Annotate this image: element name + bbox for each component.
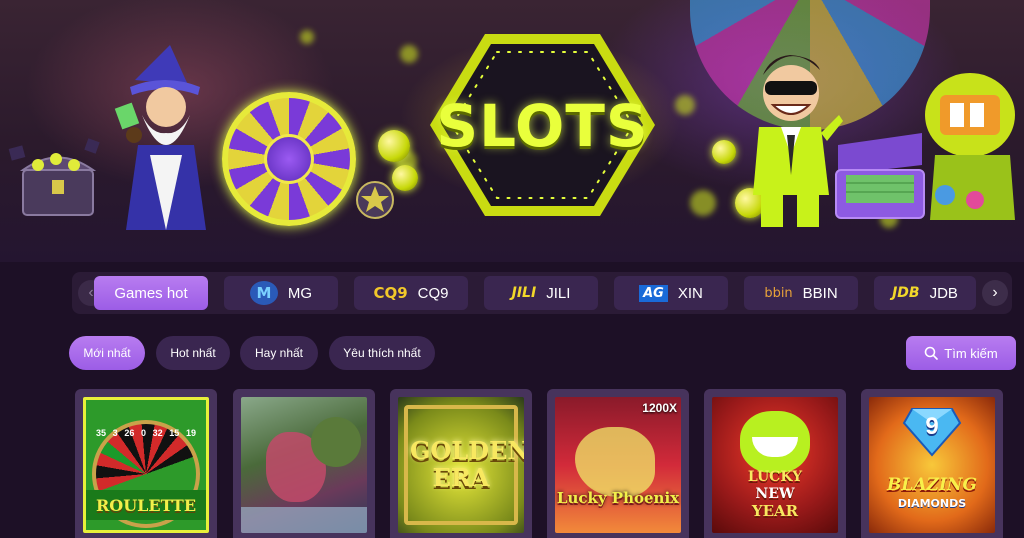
- game-card-dragon[interactable]: [233, 389, 375, 538]
- game-card-roulette[interactable]: 35 3 26 0 32 15 19 ROULETTE: [75, 389, 217, 538]
- roulette-number: 0: [140, 428, 146, 438]
- provider-tab-label: JDB: [929, 284, 958, 302]
- mega-bonus-wheel-icon: [222, 92, 356, 226]
- chevron-right-icon[interactable]: ›: [982, 280, 1008, 306]
- provider-tab-xin[interactable]: AG XIN: [614, 276, 728, 310]
- provider-tab-games-hot[interactable]: Games hot: [94, 276, 208, 310]
- provider-tab-label: CQ9: [417, 284, 449, 302]
- filter-newest[interactable]: Mới nhất: [69, 336, 145, 370]
- filter-label: Hay nhất: [254, 346, 304, 360]
- roulette-number: 35: [96, 428, 107, 438]
- bbin-logo-icon: bbin: [764, 285, 793, 301]
- provider-tab-bar: ‹ Games hot M MG CQ9 CQ9 JILI JILI AG XI…: [72, 272, 1012, 314]
- provider-tab-cq9[interactable]: CQ9 CQ9: [354, 276, 468, 310]
- game-title-line: NEW: [755, 486, 795, 502]
- roulette-number: 15: [169, 428, 180, 438]
- slots-title: SLOTS: [436, 92, 649, 160]
- coin-icon: [392, 165, 418, 191]
- game-title: Lucky Phoenix: [556, 489, 680, 507]
- provider-tab-bbin[interactable]: bbin BBIN: [744, 276, 858, 310]
- roulette-number: 26: [124, 428, 135, 438]
- roulette-number: 3: [112, 428, 118, 438]
- provider-tab-label: Games hot: [114, 284, 188, 302]
- provider-tab-mg[interactable]: M MG: [224, 276, 338, 310]
- provider-tab-label: MG: [287, 284, 313, 302]
- game-title: GOLDEN ERA: [410, 436, 524, 492]
- search-label: Tìm kiếm: [944, 345, 998, 361]
- game-subtitle: DIAMONDS: [897, 497, 967, 510]
- filter-label: Hot nhất: [170, 346, 216, 360]
- multiplier-badge: 1200X: [642, 401, 677, 415]
- game-thumbnail: [241, 397, 367, 533]
- game-title-line: LUCKY: [747, 469, 803, 485]
- cq9-logo-icon: CQ9: [373, 284, 408, 302]
- businessman-character-icon: [735, 45, 845, 230]
- game-title-line: YEAR: [751, 502, 799, 520]
- mg-logo-icon: M: [249, 281, 278, 305]
- filter-hottest[interactable]: Hot nhất: [156, 336, 230, 370]
- game-thumbnail: 1200X Lucky Phoenix: [555, 397, 681, 533]
- coin-icon: [378, 130, 410, 162]
- game-title: ROULETTE: [95, 496, 197, 515]
- game-card-lucky-new-year[interactable]: LUCKY NEW YEAR: [704, 389, 846, 538]
- roulette-number: 19: [185, 428, 196, 438]
- filter-best[interactable]: Hay nhất: [240, 336, 318, 370]
- provider-tab-label: JILI: [546, 284, 571, 302]
- provider-tab-label: XIN: [677, 284, 703, 302]
- game-title: BLAZING: [887, 475, 977, 495]
- star-badge-icon: [355, 180, 395, 220]
- jdb-logo-icon: JDB: [892, 285, 920, 301]
- search-button[interactable]: Tìm kiếm: [906, 336, 1016, 370]
- filter-label: Yêu thích nhất: [343, 346, 421, 360]
- slots-logo: SLOTS: [425, 30, 660, 220]
- ag-logo-icon: AG: [639, 284, 668, 302]
- game-thumbnail: GOLDEN ERA: [398, 397, 524, 533]
- treasure-chest-icon: [8, 135, 103, 220]
- provider-tab-jdb[interactable]: JDB JDB: [874, 276, 976, 310]
- roulette-number: 32: [152, 428, 163, 438]
- game-card-golden-era[interactable]: GOLDEN ERA: [390, 389, 532, 538]
- game-thumbnail: LUCKY NEW YEAR: [712, 397, 838, 533]
- game-thumbnail: 35 3 26 0 32 15 19 ROULETTE: [83, 397, 209, 533]
- coin-icon: [712, 140, 736, 164]
- game-card-blazing-diamonds[interactable]: 9 BLAZING DIAMONDS: [861, 389, 1003, 538]
- hero-banner: SLOTS: [0, 0, 1024, 262]
- jili-logo-icon: JILI: [511, 285, 537, 301]
- provider-tab-label: BBIN: [802, 284, 838, 302]
- wizard-character-icon: [110, 45, 220, 230]
- filter-favorite[interactable]: Yêu thích nhất: [329, 336, 435, 370]
- provider-tab-jili[interactable]: JILI JILI: [484, 276, 598, 310]
- game-thumbnail: 9 BLAZING DIAMONDS: [869, 397, 995, 533]
- game-number: 9: [925, 413, 939, 440]
- search-icon: [924, 346, 939, 360]
- game-card-lucky-phoenix[interactable]: 1200X Lucky Phoenix: [547, 389, 689, 538]
- filter-label: Mới nhất: [83, 346, 131, 360]
- slot-machine-icon: [915, 55, 1024, 225]
